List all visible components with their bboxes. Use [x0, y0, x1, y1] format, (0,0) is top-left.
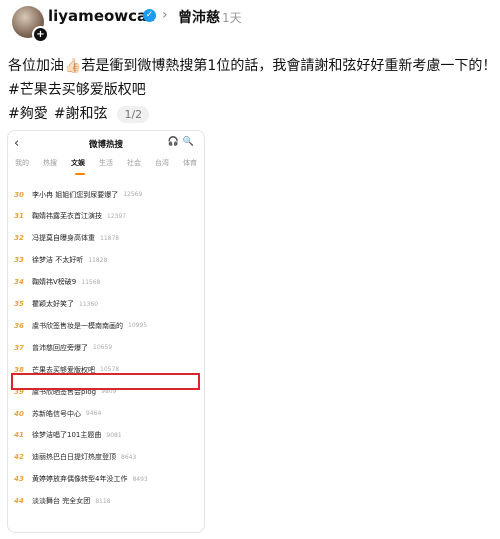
hot-search-row: 40 苏新皓信号中心 9464 — [12, 403, 200, 424]
hot-search-row: 44 淡淡舞台 完全女团 8118 — [12, 491, 200, 512]
row-topic: 徐梦洁 不太好听 — [32, 256, 84, 265]
post-timestamp: 1天 — [222, 11, 242, 25]
hot-search-row: 30 李小冉 姐姐们您到尿要爆了 12569 — [12, 184, 200, 205]
tab-sports: 体育 — [183, 159, 197, 167]
follow-plus-icon[interactable]: + — [32, 26, 49, 43]
row-heat: 11360 — [79, 300, 99, 308]
row-rank: 36 — [14, 321, 24, 330]
post-caption: 各位加油👍🏻若是衝到微博熱搜第1位的話，我會請謝和弦好好重新考慮一下的！ — [8, 58, 497, 74]
row-heat: 8493 — [132, 475, 148, 483]
tab-entertainment: 文娱 — [71, 159, 85, 167]
row-topic: 冯提莫自曝身高体重 — [32, 234, 95, 243]
verified-badge-icon: ✓ — [143, 9, 156, 22]
hashtag-line: #夠愛 #謝和弦 1/2 — [8, 103, 155, 123]
attached-screenshot[interactable]: ‹ 微博热搜 🎧🔍 我的 热搜 文娱 生活 社会 台湾 体育 30 李小冉 姐姐们… — [7, 130, 205, 533]
row-rank: 43 — [14, 475, 24, 484]
row-rank: 37 — [14, 343, 24, 352]
hot-search-row: 42 迪丽热巴白日提灯热度登顶 8643 — [12, 447, 200, 468]
hot-search-row: 34 鞠婧祎V榜破9 11568 — [12, 272, 200, 293]
row-rank: 35 — [14, 300, 24, 308]
row-heat: 12569 — [123, 191, 143, 198]
row-rank: 33 — [14, 256, 24, 265]
row-heat: 9081 — [106, 431, 122, 439]
row-heat: 11878 — [100, 234, 120, 242]
hashtag-mango[interactable]: #芒果去买够爱版权吧 — [8, 79, 146, 99]
hot-search-row: 43 黄婷婷放弃偶像转型4年没工作 8493 — [12, 469, 200, 490]
tab-hot: 热搜 — [43, 159, 57, 167]
row-topic: 曾沛慈回应旁爆了 — [32, 343, 88, 352]
row-topic: 苏新皓信号中心 — [32, 409, 81, 418]
hot-search-row: 36 虞书欣签售妆是一模南南画的 10995 — [12, 315, 200, 336]
tab-mine: 我的 — [15, 159, 29, 167]
row-topic: 瞿颖太好笑了 — [32, 300, 74, 308]
row-rank: 32 — [14, 234, 24, 243]
row-heat: 11828 — [88, 256, 108, 264]
row-heat: 11568 — [81, 278, 101, 286]
row-rank: 31 — [14, 212, 24, 221]
tab-life: 生活 — [99, 159, 113, 167]
row-heat: 8118 — [95, 497, 111, 505]
headset-search-icons: 🎧🔍 — [167, 137, 198, 147]
tab-taiwan: 台湾 — [155, 159, 169, 167]
coauthor-name[interactable]: 曾沛慈 — [178, 7, 220, 27]
hashtag-gouai[interactable]: #夠愛 — [8, 106, 48, 122]
row-topic: 鞠婧祎V榜破9 — [32, 278, 77, 287]
row-topic: 李小冉 姐姐们您到尿要爆了 — [32, 190, 119, 199]
author-handle[interactable]: liyameowcat — [48, 7, 154, 25]
row-topic: 迪丽热巴白日提灯热度登顶 — [32, 453, 116, 462]
row-rank: 41 — [14, 431, 24, 440]
row-rank: 40 — [14, 409, 24, 418]
active-tab-indicator — [75, 173, 85, 175]
screenshot-topbar: ‹ 微博热搜 🎧🔍 — [8, 131, 204, 157]
hot-search-row: 33 徐梦洁 不太好听 11828 — [12, 250, 200, 271]
row-topic: 虞书欣签售妆是一模南南画的 — [32, 321, 123, 330]
row-rank: 34 — [14, 278, 24, 287]
row-heat: 9464 — [86, 410, 102, 417]
row-heat: 12397 — [107, 212, 127, 220]
row-rank: 44 — [14, 497, 24, 506]
row-topic: 淡淡舞台 完全女团 — [32, 497, 91, 506]
hot-search-tabs: 我的 热搜 文娱 生活 社会 台湾 体育 — [8, 158, 204, 174]
hot-search-row: 32 冯提莫自曝身高体重 11878 — [12, 228, 200, 249]
row-rank: 42 — [14, 453, 24, 462]
hot-search-row: 31 鞠婧祎露芜衣首江演技 12397 — [12, 206, 200, 227]
chevron-right-icon: › — [162, 7, 168, 23]
row-rank: 30 — [14, 190, 24, 199]
hot-search-row: 37 曾沛慈回应旁爆了 10659 — [12, 337, 200, 358]
row-topic: 鞠婧祎露芜衣首江演技 — [32, 212, 102, 221]
row-topic: 黄婷婷放弃偶像转型4年没工作 — [32, 475, 128, 484]
hashtag-xiehexian[interactable]: #謝和弦 — [54, 106, 108, 122]
row-heat: 8643 — [121, 453, 137, 461]
hot-search-row: 41 徐梦洁唱了101主题曲 9081 — [12, 425, 200, 446]
tab-society: 社会 — [127, 159, 141, 167]
row-heat: 10659 — [93, 344, 113, 352]
hot-search-row: 35 瞿颖太好笑了 11360 — [12, 294, 200, 315]
row-heat: 10995 — [128, 322, 148, 330]
image-page-indicator: 1/2 — [117, 106, 150, 123]
row-topic: 徐梦洁唱了101主题曲 — [32, 431, 102, 440]
highlight-box — [11, 373, 200, 390]
